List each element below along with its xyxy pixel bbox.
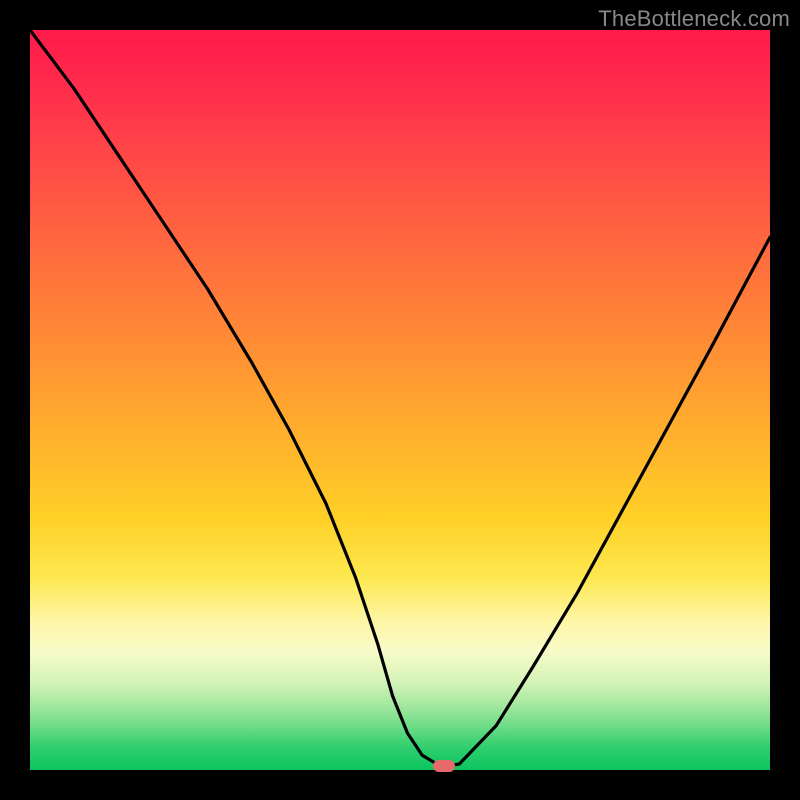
plot-area — [30, 30, 770, 770]
chart-frame: TheBottleneck.com — [0, 0, 800, 800]
optimal-point-marker — [433, 760, 455, 772]
attribution-text: TheBottleneck.com — [598, 6, 790, 32]
bottleneck-curve — [30, 30, 770, 770]
